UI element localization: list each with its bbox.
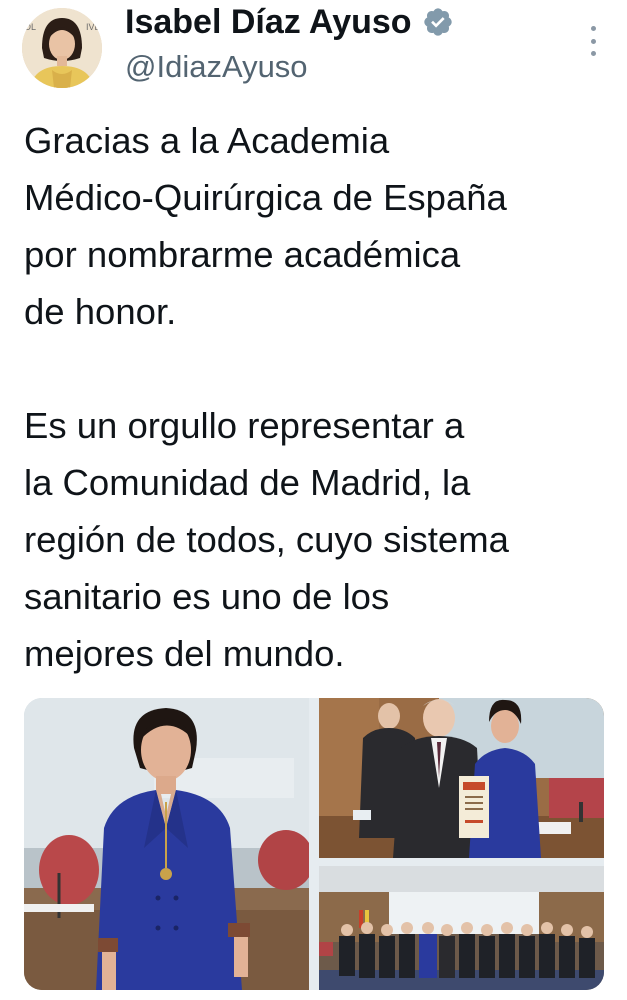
display-name[interactable]: Isabel Díaz Ayuso [125, 2, 454, 42]
verified-badge-icon [423, 8, 452, 36]
group-photo[interactable] [319, 866, 604, 990]
tweet-line: Es un orgullo representar a [24, 405, 465, 446]
tweet-line: Médico-Quirúrgica de España [24, 177, 507, 218]
tweet-line: por nombrarme académica [24, 234, 461, 275]
award-ceremony-photo[interactable] [319, 698, 604, 858]
avatar[interactable]: OL IVE [22, 8, 102, 88]
more-dot [590, 26, 596, 31]
profile-photo-icon: OL IVE [22, 8, 102, 88]
portrait-photo-icon [24, 698, 309, 990]
tweet-line: Gracias a la Academia [24, 120, 390, 161]
svg-text:OL: OL [24, 22, 36, 32]
tweet-line: sanitario es uno de los [24, 576, 390, 617]
tweet-paragraph-2: Es un orgullo representar a la Comunidad… [24, 397, 614, 682]
award-ceremony-photo-icon [319, 698, 604, 858]
tweet-paragraph-1: Gracias a la Academia Médico-Quirúrgica … [24, 112, 614, 340]
svg-text:IVE: IVE [86, 22, 101, 32]
more-dot [590, 51, 596, 56]
author-name[interactable]: Isabel Díaz Ayuso [125, 2, 412, 42]
tweet-line: región de todos, cuyo sistema [24, 519, 509, 560]
more-dot [590, 38, 596, 44]
tweet-line: mejores del mundo. [24, 633, 345, 674]
tweet-line: la Comunidad de Madrid, la [24, 462, 471, 503]
tweet-text: Gracias a la Academia Médico-Quirúrgica … [24, 112, 614, 682]
portrait-photo[interactable] [24, 698, 309, 990]
media-grid [24, 698, 604, 990]
more-vertical-icon[interactable] [587, 26, 599, 56]
author-handle[interactable]: @IdiazAyuso [125, 48, 308, 86]
tweet-line: de honor. [24, 291, 177, 332]
group-photo-icon [319, 866, 604, 990]
